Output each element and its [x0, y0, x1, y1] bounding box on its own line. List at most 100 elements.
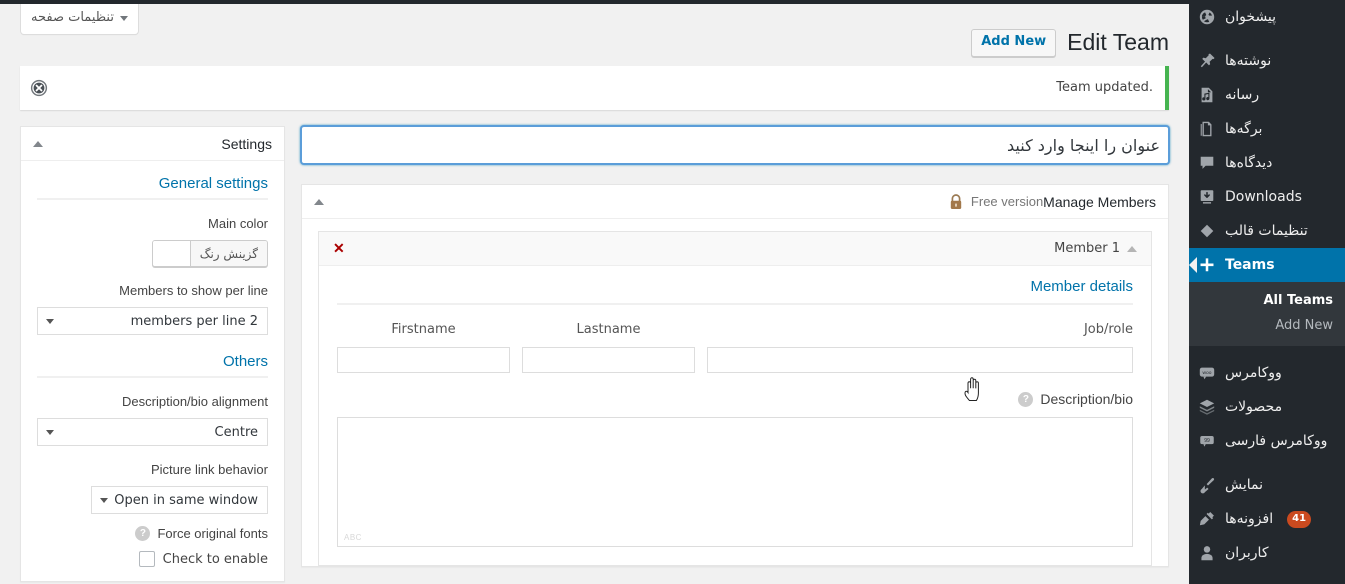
sidebar-item-label: محصولات [1225, 399, 1283, 415]
caret-up-icon[interactable] [1127, 245, 1137, 252]
picture-link-value: Open in same window [114, 492, 258, 508]
plugins-icon [1197, 509, 1217, 529]
screen-meta-links: تنظیمات صفحه [20, 4, 139, 35]
force-fonts-label: Force original fonts [157, 526, 268, 541]
sidebar-item-users[interactable]: کاربران [1189, 536, 1345, 570]
tab-general-settings[interactable]: General settings [159, 175, 268, 192]
menu-separator [1189, 34, 1345, 44]
force-fonts-checkbox[interactable] [138, 551, 155, 567]
download-icon [1197, 187, 1217, 207]
free-version-label: Free version [970, 194, 1044, 209]
dismiss-circle-icon[interactable] [28, 77, 50, 99]
manage-members-label: Manage Members [1043, 193, 1156, 210]
tab-member-details[interactable]: Member details [1030, 278, 1133, 295]
updated-notice: .Team updated [20, 66, 1169, 110]
close-x-icon[interactable]: ✕ [333, 241, 345, 255]
sidebar-item-woocommerce-farsi[interactable]: ووکامرس فارسی 99 [1189, 424, 1345, 458]
main-color-label: Main color [208, 216, 268, 231]
settings-body: General settings Main color گزینش رنگ Me… [21, 161, 284, 581]
sidebar-item-label: ووکامرس فارسی [1225, 433, 1328, 449]
woo-fa-icon: 99 [1197, 431, 1217, 451]
firstname-input[interactable] [337, 347, 510, 374]
caret-up-icon [33, 140, 43, 147]
add-new-button[interactable]: Add New [971, 29, 1057, 57]
picture-link-label: Picture link behavior [150, 462, 268, 477]
sidebar-item-downloads[interactable]: Downloads [1189, 180, 1345, 214]
sidebar-item-label: دیدگاه‌ها [1225, 155, 1273, 171]
sidebar-item-media[interactable]: رسانه [1189, 78, 1345, 112]
manage-members-toggle[interactable] [312, 196, 326, 208]
member-header[interactable]: Member 1 ✕ [319, 232, 1151, 266]
wp-body: تنظیمات صفحه Edit Team Add New .Team upd… [0, 0, 1189, 584]
picture-link-row: Open in same window [37, 486, 268, 514]
sidebar-item-products[interactable]: محصولات [1189, 390, 1345, 424]
member-row: Member 1 ✕ Member details Job/role Lastn… [318, 231, 1152, 567]
screen-options-button[interactable]: تنظیمات صفحه [20, 4, 139, 35]
sidebar-item-woocommerce[interactable]: ووکامرس woo [1189, 356, 1345, 390]
bio-label-row: Description/bio ? [337, 391, 1133, 407]
appearance-icon [1197, 475, 1217, 495]
field-lastname: Lastname [522, 321, 695, 374]
sidebar-item-label: تنظیمات قالب [1225, 223, 1308, 239]
bio-alignment-value: Centre [214, 424, 258, 440]
members-per-line-value: members per line 2 [130, 313, 258, 329]
jobrole-input[interactable] [707, 347, 1133, 374]
member-tabs: Member details [337, 278, 1133, 305]
sidebar-item-teams[interactable]: Teams [1189, 248, 1345, 282]
sidebar-item-add-new[interactable]: Add New [1189, 313, 1345, 338]
manage-members-header[interactable]: Manage Members Free version [302, 185, 1168, 219]
sidebar-item-pages[interactable]: برگه‌ها [1189, 112, 1345, 146]
sidebar-item-dashboard[interactable]: پیشخوان [1189, 0, 1345, 34]
chevron-down-icon [46, 319, 54, 324]
sidebar-item-label: Downloads [1225, 189, 1302, 205]
force-fonts-group: Force original fonts ? Check to enable [37, 526, 268, 567]
dashboard-icon [1197, 7, 1217, 27]
force-fonts-check-row: Check to enable [37, 551, 268, 567]
bio-alignment-group: Description/bio alignment Centre [37, 394, 268, 446]
picture-link-group: Picture link behavior Open in same windo… [37, 462, 268, 514]
chevron-down-icon [100, 498, 109, 503]
sidebar-item-appearance[interactable]: نمایش [1189, 468, 1345, 502]
chevron-down-icon [46, 430, 54, 435]
woo-icon: woo [1197, 363, 1217, 383]
bio-alignment-select[interactable]: Centre [37, 418, 268, 446]
title-field-wrapper[interactable] [301, 126, 1169, 164]
svg-text:99: 99 [1204, 438, 1210, 444]
sidebar-item-comments[interactable]: دیدگاه‌ها [1189, 146, 1345, 180]
main-content: Manage Members Free version [301, 126, 1169, 568]
settings-sidebar: Settings General settings Main color گزی… [20, 126, 285, 582]
notice-message: .Team updated [1056, 80, 1153, 96]
bio-textarea[interactable]: ABC [337, 417, 1133, 548]
settings-postbox: Settings General settings Main color گزی… [20, 126, 285, 582]
page-title: Edit Team [1067, 29, 1169, 56]
settings-title: Settings [221, 135, 272, 152]
menu-separator [1189, 346, 1345, 356]
others-tabrow: Others [37, 353, 268, 378]
page-header: Edit Team Add New [0, 4, 1189, 60]
sidebar-item-plugins[interactable]: 41 افزونه‌ها [1189, 502, 1345, 536]
member-title-group: Member 1 [1054, 241, 1137, 256]
help-icon[interactable]: ? [135, 526, 151, 541]
post-title-input[interactable] [310, 130, 1160, 160]
color-picker[interactable]: گزینش رنگ [151, 240, 268, 267]
settings-toggle[interactable] [31, 138, 45, 150]
picture-link-select[interactable]: Open in same window [91, 486, 268, 514]
color-swatch[interactable] [152, 241, 191, 266]
sidebar-item-label: Teams [1225, 257, 1275, 273]
diamond-icon [1197, 221, 1217, 241]
settings-header[interactable]: Settings [21, 127, 284, 161]
color-picker-button[interactable]: گزینش رنگ [190, 241, 267, 266]
admin-screen: تنظیمات صفحه Edit Team Add New .Team upd… [0, 0, 1345, 584]
tab-others[interactable]: Others [223, 353, 268, 370]
lastname-label: Lastname [576, 322, 641, 337]
help-icon[interactable]: ? [1018, 391, 1034, 407]
sidebar-item-theme-settings[interactable]: تنظیمات قالب [1189, 214, 1345, 248]
pages-icon [1197, 119, 1217, 139]
sidebar-item-all-teams[interactable]: All Teams [1189, 288, 1345, 313]
members-per-line-select[interactable]: members per line 2 [37, 307, 268, 335]
sidebar-item-posts[interactable]: نوشته‌ها [1189, 44, 1345, 78]
lastname-input[interactable] [522, 347, 695, 374]
media-icon [1197, 85, 1217, 105]
sidebar-item-label: برگه‌ها [1225, 121, 1263, 137]
sidebar-item-label: پیشخوان [1225, 9, 1277, 25]
